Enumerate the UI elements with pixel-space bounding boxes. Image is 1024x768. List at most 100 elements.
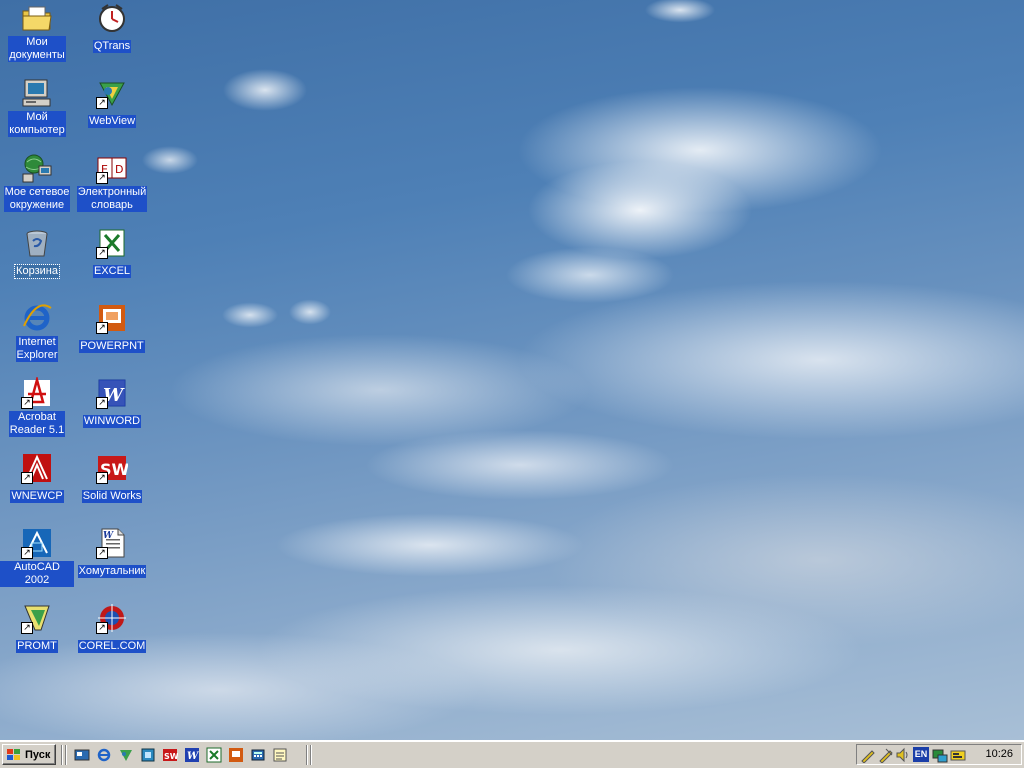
shortcut-arrow-icon: ↗ xyxy=(96,247,108,259)
svg-text:W: W xyxy=(103,531,114,541)
quick-launch-powerpoint[interactable] xyxy=(228,747,244,763)
svg-text:SW: SW xyxy=(164,752,178,761)
desktop-icon-corel[interactable]: ↗ COREL.COM xyxy=(75,602,149,654)
quick-launch-webview[interactable] xyxy=(118,747,134,763)
desktop-icon-powerpoint[interactable]: ↗ POWERPNT xyxy=(75,302,149,354)
application-icon xyxy=(140,747,156,763)
desktop-icon-excel[interactable]: ↗ EXCEL xyxy=(75,227,149,279)
desktop-icon-word-document[interactable]: W ↗ Хомутальник xyxy=(75,527,149,579)
desktop-icon-acrobat-reader[interactable]: ↗ Acrobat Reader 5.1 xyxy=(0,377,74,438)
tray-app-icon[interactable] xyxy=(950,747,966,763)
promt-icon: ↗ xyxy=(21,602,53,634)
desktop-icon-winword[interactable]: W ↗ WINWORD xyxy=(75,377,149,429)
desktop-icon-internet-explorer[interactable]: Internet Explorer xyxy=(0,302,74,363)
icon-label: Internet Explorer xyxy=(15,336,59,362)
tray-tool-icon-2[interactable] xyxy=(878,747,894,763)
quick-launch-notepad[interactable] xyxy=(272,747,288,763)
autocad-icon: ↗ xyxy=(21,527,53,559)
language-indicator[interactable]: EN xyxy=(913,747,929,762)
solidworks-icon: SW ↗ xyxy=(96,452,128,484)
desktop-icon-qtrans[interactable]: QTrans xyxy=(75,2,149,54)
desktop-icon-dictionary[interactable]: ED ↗ Электронный словарь xyxy=(75,152,149,213)
icon-label: Мой компьютер xyxy=(8,111,66,137)
notepad-icon xyxy=(272,747,288,763)
powerpoint-icon: ↗ xyxy=(96,302,128,334)
tray-tool-icon[interactable] xyxy=(860,747,876,763)
wnewcp-icon: ↗ xyxy=(21,452,53,484)
windows-logo-icon xyxy=(6,748,22,762)
shortcut-arrow-icon: ↗ xyxy=(96,172,108,184)
desktop-icon-my-documents[interactable]: Мои документы xyxy=(0,2,74,63)
excel-icon xyxy=(206,747,222,763)
qtrans-icon xyxy=(96,2,128,34)
desktop-icon-wnewcp[interactable]: ↗ WNEWCP xyxy=(0,452,74,504)
volume-icon[interactable] xyxy=(895,747,911,763)
quick-launch-unknown[interactable] xyxy=(140,747,156,763)
start-button[interactable]: Пуск xyxy=(2,744,56,765)
icon-label: Хомутальник xyxy=(77,565,147,578)
recycle-bin-icon xyxy=(21,227,53,259)
shortcut-arrow-icon: ↗ xyxy=(21,397,33,409)
shortcut-arrow-icon: ↗ xyxy=(96,397,108,409)
show-desktop-icon xyxy=(74,747,90,763)
internet-explorer-icon xyxy=(21,302,53,334)
system-tray: EN 10:26 xyxy=(856,744,1022,765)
svg-text:D: D xyxy=(115,163,123,176)
desktop-icon-autocad[interactable]: ↗ AutoCAD 2002 xyxy=(0,527,74,588)
shortcut-arrow-icon: ↗ xyxy=(96,622,108,634)
taskbar: Пуск SW W EN 10:26 xyxy=(0,740,1024,768)
quick-launch-internet-explorer[interactable] xyxy=(96,747,112,763)
shortcut-arrow-icon: ↗ xyxy=(21,472,33,484)
quick-launch-solidworks[interactable]: SW xyxy=(162,747,178,763)
folder-documents-icon xyxy=(21,2,53,34)
desktop-icon-my-computer[interactable]: Мой компьютер xyxy=(0,77,74,138)
desktop-icon-recycle-bin[interactable]: Корзина xyxy=(0,227,74,279)
icon-label: QTrans xyxy=(92,40,132,53)
icon-label: Электронный словарь xyxy=(76,186,148,212)
icon-label: WNEWCP xyxy=(10,490,64,503)
clock[interactable]: 10:26 xyxy=(985,745,1013,764)
word-document-icon: W ↗ xyxy=(96,527,128,559)
icon-label: Мое сетевое окружение xyxy=(3,186,71,212)
desktop-icon-solidworks[interactable]: SW ↗ Solid Works xyxy=(75,452,149,504)
icon-label: Корзина xyxy=(14,264,60,279)
shortcut-arrow-icon: ↗ xyxy=(21,547,33,559)
word-icon: W ↗ xyxy=(96,377,128,409)
icon-label: WINWORD xyxy=(82,415,142,428)
network-status-icon[interactable] xyxy=(932,747,948,763)
internet-explorer-icon xyxy=(96,747,112,763)
icon-label: AutoCAD 2002 xyxy=(0,561,74,587)
dictionary-icon: ED ↗ xyxy=(96,152,128,184)
icon-label: Мои документы xyxy=(8,36,66,62)
calculator-icon xyxy=(250,747,266,763)
icon-label: PROMT xyxy=(16,640,58,653)
computer-icon xyxy=(21,77,53,109)
quick-launch-calculator[interactable] xyxy=(250,747,266,763)
desktop[interactable]: Мои документы Мой компьютер Мое сетевое … xyxy=(0,0,1024,740)
quick-launch-show-desktop[interactable] xyxy=(74,747,90,763)
shortcut-arrow-icon: ↗ xyxy=(96,97,108,109)
shortcut-arrow-icon: ↗ xyxy=(21,622,33,634)
quick-launch-excel[interactable] xyxy=(206,747,222,763)
taskbar-separator xyxy=(310,745,312,765)
taskbar-separator xyxy=(306,745,308,765)
taskbar-separator xyxy=(65,745,67,765)
taskbar-separator xyxy=(61,745,63,765)
desktop-icon-promt[interactable]: ↗ PROMT xyxy=(0,602,74,654)
icon-label: WebView xyxy=(87,115,137,128)
svg-text:W: W xyxy=(187,751,200,762)
shortcut-arrow-icon: ↗ xyxy=(96,322,108,334)
corel-icon: ↗ xyxy=(96,602,128,634)
solidworks-icon: SW xyxy=(162,747,178,763)
word-icon: W xyxy=(184,747,200,763)
icon-label: Solid Works xyxy=(81,490,143,503)
icon-label: Acrobat Reader 5.1 xyxy=(8,411,66,437)
desktop-icon-webview[interactable]: ↗ WebView xyxy=(75,77,149,129)
excel-icon: ↗ xyxy=(96,227,128,259)
desktop-icon-network[interactable]: Мое сетевое окружение xyxy=(0,152,74,213)
powerpoint-icon xyxy=(228,747,244,763)
icon-label: COREL.COM xyxy=(77,640,147,653)
quick-launch-word[interactable]: W xyxy=(184,747,200,763)
acrobat-icon: ↗ xyxy=(21,377,53,409)
shortcut-arrow-icon: ↗ xyxy=(96,547,108,559)
